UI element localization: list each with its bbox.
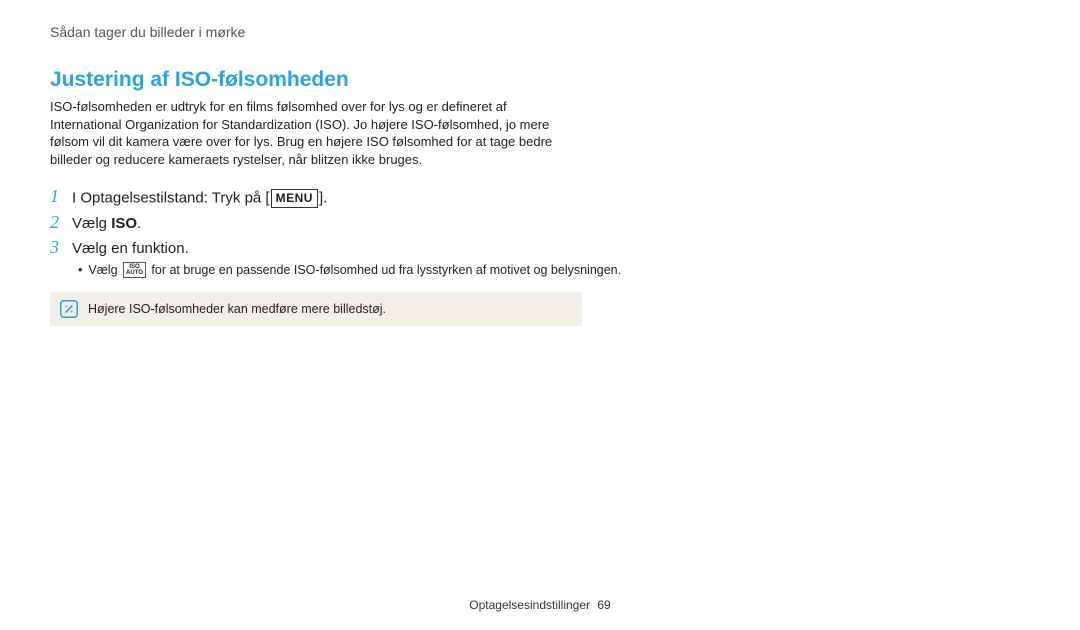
footer-label: Optagelsesindstillinger [469, 598, 590, 612]
intro-paragraph: ISO-følsomheden er udtryk for en films f… [50, 98, 570, 168]
sub-bullet: • Vælg ISOAUTO for at bruge en passende … [78, 262, 638, 279]
bullet-prefix: Vælg [88, 263, 121, 277]
step-text: Vælg ISO. [72, 215, 141, 232]
step-2: 2 Vælg ISO. [50, 212, 1030, 233]
step-3: 3 Vælg en funktion. [50, 237, 1030, 258]
step-number: 2 [50, 212, 72, 233]
step-number: 3 [50, 237, 72, 258]
info-icon [60, 300, 78, 318]
note-text: Højere ISO-følsomheder kan medføre mere … [88, 302, 386, 316]
note-box: Højere ISO-følsomheder kan medføre mere … [50, 292, 582, 326]
step-2-suffix: . [137, 215, 141, 232]
step-1: 1 I Optagelsestilstand: Tryk på [MENU]. [50, 186, 1030, 207]
page-footer: Optagelsesindstillinger 69 [0, 598, 1080, 612]
steps-list: 1 I Optagelsestilstand: Tryk på [MENU]. … [50, 186, 1030, 257]
step-1-prefix: I Optagelsestilstand: Tryk på [ [72, 189, 270, 206]
iso-auto-icon: ISOAUTO [123, 262, 146, 278]
step-2-prefix: Vælg [72, 215, 111, 232]
bullet-suffix: for at bruge en passende ISO-følsomhed u… [148, 263, 621, 277]
bullet-dot: • [78, 262, 82, 279]
section-title: Justering af ISO-følsomheden [50, 68, 1030, 92]
step-text: Vælg en funktion. [72, 240, 189, 257]
step-text: I Optagelsestilstand: Tryk på [MENU]. [72, 189, 327, 208]
menu-button-label: MENU [271, 189, 318, 208]
bullet-text: Vælg ISOAUTO for at bruge en passende IS… [88, 262, 621, 279]
step-1-suffix: ]. [319, 189, 327, 206]
page-number: 69 [597, 598, 610, 612]
breadcrumb: Sådan tager du billeder i mørke [50, 24, 1030, 40]
step-2-bold: ISO [111, 215, 137, 232]
step-number: 1 [50, 186, 72, 207]
